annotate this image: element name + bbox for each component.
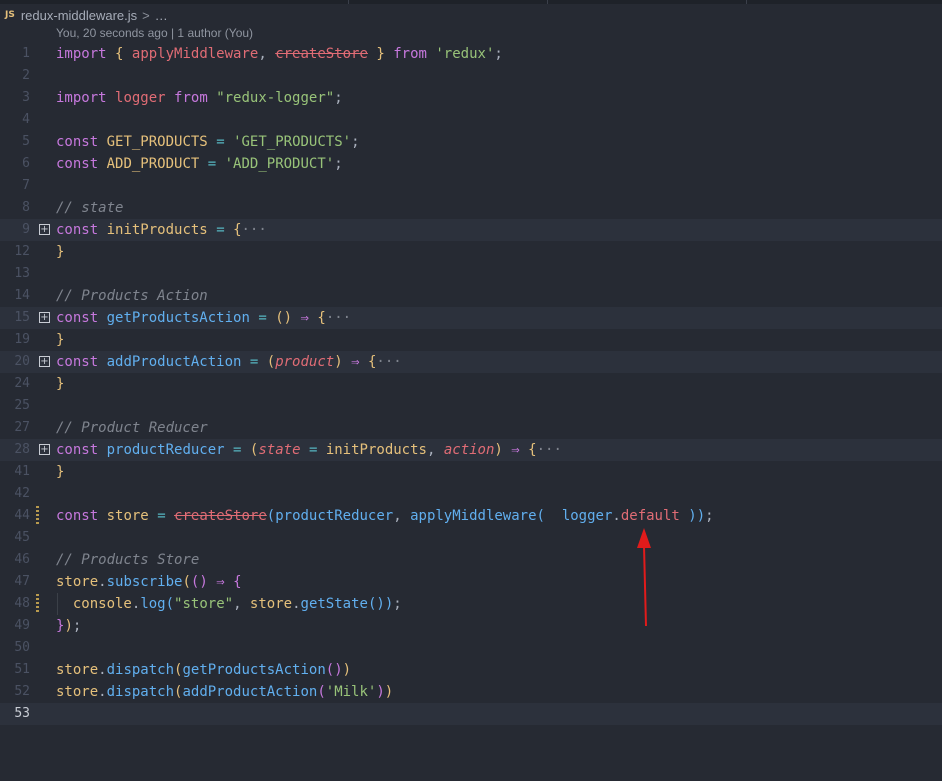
annotation-arrow-head (637, 528, 651, 548)
annotation-arrow-shaft (643, 545, 647, 627)
annotation-arrow (637, 528, 651, 627)
